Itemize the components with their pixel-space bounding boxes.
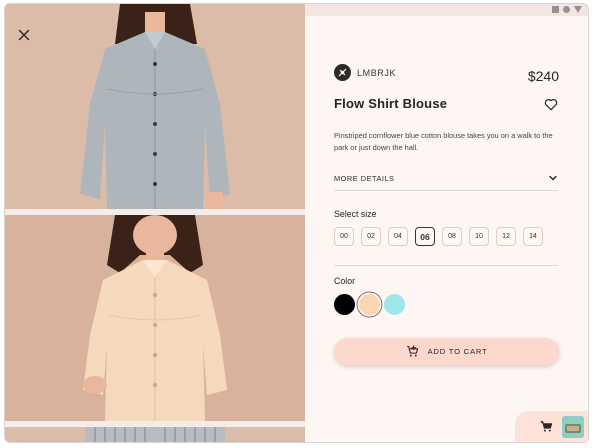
- favorite-button[interactable]: [543, 96, 559, 112]
- size-option-selected[interactable]: 06: [415, 227, 435, 246]
- size-option[interactable]: 00: [334, 227, 354, 246]
- size-option[interactable]: 02: [361, 227, 381, 246]
- divider: [334, 265, 558, 266]
- product-description: Pinstriped cornflower blue cotton blouse…: [334, 131, 553, 152]
- size-option[interactable]: 10: [469, 227, 489, 246]
- size-section-title: Select size: [334, 209, 377, 219]
- circle-icon: [563, 6, 570, 13]
- cart-preview[interactable]: [515, 411, 588, 442]
- add-to-cart-button[interactable]: ADD TO CART: [334, 338, 559, 365]
- cart-item-thumbnail[interactable]: [562, 415, 584, 438]
- size-option[interactable]: 12: [496, 227, 516, 246]
- product-photo-blue-blouse: [5, 4, 305, 209]
- product-detail-panel: LMBRJK $240 Flow Shirt Blouse Pinstriped…: [305, 4, 588, 442]
- brand-logo-icon: [334, 64, 351, 81]
- product-photo-peach-blouse: [5, 215, 305, 421]
- triangle-icon: [574, 6, 582, 13]
- add-shopping-cart-icon: [406, 345, 418, 357]
- close-button[interactable]: [13, 24, 35, 46]
- color-section-title: Color: [334, 276, 356, 286]
- divider: [334, 190, 558, 191]
- add-to-cart-label: ADD TO CART: [427, 347, 488, 356]
- size-option[interactable]: 04: [388, 227, 408, 246]
- product-title: Flow Shirt Blouse: [334, 96, 448, 111]
- color-swatch-black[interactable]: [334, 294, 355, 315]
- product-gallery[interactable]: [5, 4, 305, 442]
- color-swatch-aqua[interactable]: [384, 294, 405, 315]
- color-swatch-peach[interactable]: [359, 294, 380, 315]
- chevron-down-icon: [549, 175, 557, 181]
- brand-name: LMBRJK: [357, 67, 397, 78]
- shopping-cart-icon: [540, 421, 553, 432]
- more-details-toggle[interactable]: MORE DETAILS: [334, 166, 558, 190]
- heart-outline-icon: [544, 99, 558, 111]
- size-option[interactable]: 14: [523, 227, 543, 246]
- more-details-label: MORE DETAILS: [334, 173, 395, 183]
- size-selector: 00 02 04 06 08 10 12 14: [334, 227, 543, 246]
- square-icon: [552, 6, 559, 13]
- close-icon: [18, 29, 30, 41]
- color-selector: [334, 294, 405, 315]
- size-option[interactable]: 08: [442, 227, 462, 246]
- product-photo-striped: [5, 427, 305, 442]
- product-price: $240: [527, 68, 559, 84]
- app-window: LMBRJK $240 Flow Shirt Blouse Pinstriped…: [4, 3, 589, 443]
- status-bar: [305, 4, 588, 16]
- brand: LMBRJK: [334, 64, 396, 81]
